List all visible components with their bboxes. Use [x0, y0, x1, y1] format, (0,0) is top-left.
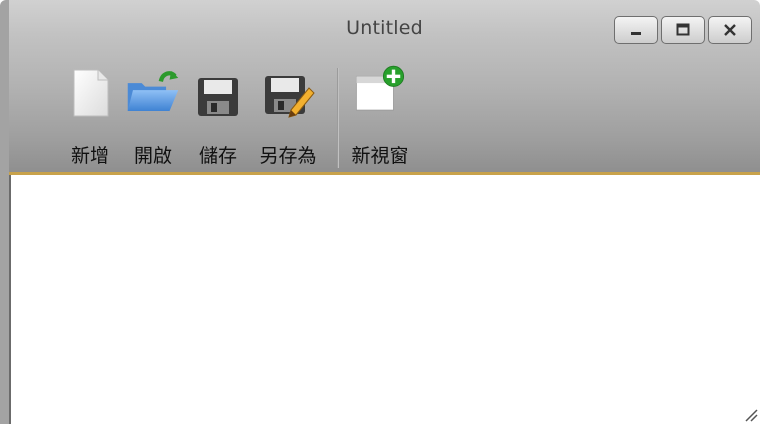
save-as-icon	[265, 76, 315, 118]
close-button[interactable]	[708, 16, 752, 44]
maximize-button[interactable]	[661, 16, 705, 44]
new-file-icon	[73, 69, 109, 117]
save-label: 儲存	[198, 145, 237, 167]
save-as-label: 另存為	[259, 145, 317, 167]
new-button[interactable]: 新增	[59, 58, 121, 168]
save-button[interactable]: 儲存	[187, 58, 249, 168]
minimize-icon	[631, 32, 641, 35]
open-button[interactable]: 開啟	[122, 58, 184, 168]
open-label: 開啟	[133, 145, 172, 167]
window-controls	[614, 16, 752, 44]
close-icon	[724, 24, 736, 36]
text-editor-area[interactable]	[9, 175, 760, 424]
new-window-button[interactable]: 新視窗	[349, 58, 411, 168]
app-window: Untitled 新增 開啟 儲存 另存為 新視窗	[0, 0, 760, 424]
toolbar-separator	[337, 68, 339, 168]
minimize-button[interactable]	[614, 16, 658, 44]
maximize-icon	[676, 23, 690, 36]
new-window-icon	[355, 65, 405, 111]
open-folder-icon	[127, 70, 179, 112]
save-as-button[interactable]: 另存為	[257, 58, 319, 168]
new-window-label: 新視窗	[351, 145, 409, 167]
title-bar[interactable]: Untitled 新增 開啟 儲存 另存為 新視窗	[9, 0, 760, 175]
resize-grip-icon[interactable]	[742, 406, 758, 422]
save-disk-icon	[198, 78, 238, 116]
